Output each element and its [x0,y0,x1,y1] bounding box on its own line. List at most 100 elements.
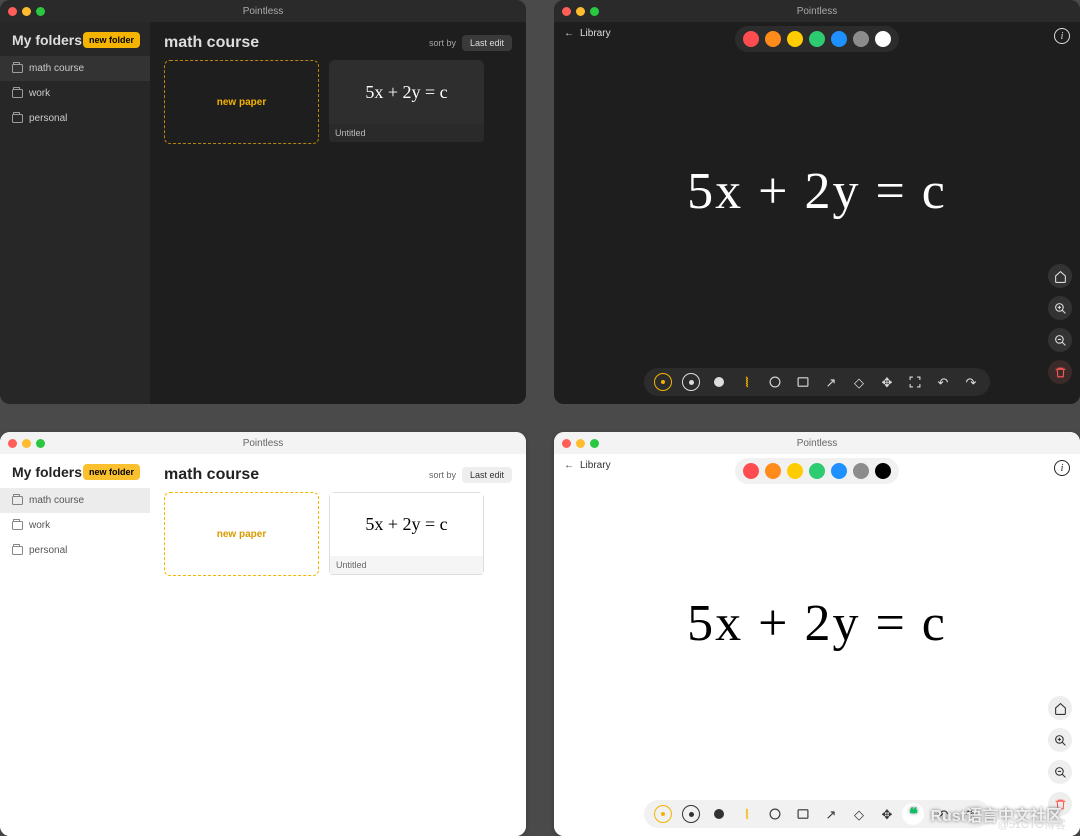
paper-card[interactable]: 5x + 2y = c Untitled [329,492,484,576]
sidebar-item-work[interactable]: work [0,81,150,106]
folder-label: work [29,88,50,99]
scribble-icon[interactable]: ⦚ [738,805,756,823]
color-swatch-yellow[interactable] [787,463,803,479]
fit-screen-button[interactable] [906,805,924,823]
undo-button[interactable]: ↶ [934,805,952,823]
canvas[interactable]: ← Library i 5x + 2y = c ⦚ ↗ [554,454,1080,836]
trash-button[interactable] [1048,360,1072,384]
zoom-out-button[interactable] [1048,328,1072,352]
circle-tool-button[interactable] [766,373,784,391]
circle-tool-button[interactable] [766,805,784,823]
color-swatch-yellow[interactable] [787,31,803,47]
window-title: Pointless [0,6,526,17]
home-button[interactable] [1048,696,1072,720]
drawing-content: 5x + 2y = c [554,162,1080,221]
color-swatch-green[interactable] [809,31,825,47]
brush-medium-button[interactable] [682,805,700,823]
sort-control[interactable]: sort by Last edit [429,35,512,51]
color-swatch-blue[interactable] [831,31,847,47]
color-swatch-green[interactable] [809,463,825,479]
arrow-tool-button[interactable]: ↗ [822,805,840,823]
sort-value[interactable]: Last edit [462,467,512,483]
minimize-icon[interactable] [576,439,585,448]
color-swatch-orange[interactable] [765,463,781,479]
page-title: math course [164,466,259,484]
new-paper-button[interactable]: new paper [164,492,319,576]
page-title: math course [164,34,259,52]
color-swatch-gray[interactable] [853,463,869,479]
sidebar-title: My folders [12,464,82,480]
close-icon[interactable] [8,7,17,16]
eraser-button[interactable]: ◇ [850,805,868,823]
minimize-icon[interactable] [576,7,585,16]
new-folder-button[interactable]: new folder [83,464,140,480]
info-button[interactable]: i [1054,460,1070,476]
paper-thumbnail: 5x + 2y = c [329,492,484,556]
traffic-lights [8,7,45,16]
brush-medium-button[interactable] [682,373,700,391]
attribution: @51CTO博客 [998,816,1066,832]
sidebar-item-work[interactable]: work [0,513,150,538]
eraser-button[interactable]: ◇ [850,373,868,391]
color-swatch-blue[interactable] [831,463,847,479]
paper-caption: Untitled [329,556,484,575]
sort-control[interactable]: sort by Last edit [429,467,512,483]
color-swatch-black[interactable] [875,463,891,479]
undo-button[interactable]: ↶ [934,373,952,391]
new-folder-button[interactable]: new folder [83,32,140,48]
color-swatch-orange[interactable] [765,31,781,47]
brush-small-button[interactable] [654,373,672,391]
close-icon[interactable] [8,439,17,448]
arrow-left-icon: ← [564,28,574,39]
trash-button[interactable] [1048,792,1072,816]
scribble-icon[interactable]: ⦚ [738,373,756,391]
fit-screen-button[interactable] [906,373,924,391]
rect-tool-button[interactable] [794,373,812,391]
sidebar-item-personal[interactable]: personal [0,538,150,563]
paper-thumbnail: 5x + 2y = c [329,60,484,124]
close-icon[interactable] [562,7,571,16]
folder-label: personal [29,113,67,124]
content-area: math course sort by Last edit new paper … [150,22,526,404]
sidebar-item-math[interactable]: math course [0,488,150,513]
zoom-in-button[interactable] [1048,296,1072,320]
folder-icon [12,89,23,98]
move-tool-button[interactable]: ✥ [878,805,896,823]
canvas[interactable]: ← Library i 5x + 2y = c ⦚ ↗ [554,22,1080,404]
move-tool-button[interactable]: ✥ [878,373,896,391]
paper-card[interactable]: 5x + 2y = c Untitled [329,60,484,144]
redo-button[interactable]: ↷ [962,373,980,391]
side-tools [1048,696,1072,816]
zoom-out-button[interactable] [1048,760,1072,784]
close-icon[interactable] [562,439,571,448]
color-swatch-white[interactable] [875,31,891,47]
folder-icon [12,546,23,555]
color-swatch-red[interactable] [743,31,759,47]
library-window-light: Pointless My folders new folder math cou… [0,432,526,836]
rect-tool-button[interactable] [794,805,812,823]
sort-value[interactable]: Last edit [462,35,512,51]
arrow-tool-button[interactable]: ↗ [822,373,840,391]
fullscreen-icon[interactable] [590,7,599,16]
brush-large-button[interactable] [710,373,728,391]
new-paper-button[interactable]: new paper [164,60,319,144]
sidebar-item-math[interactable]: math course [0,56,150,81]
window-title: Pointless [0,438,526,449]
back-to-library-button[interactable]: ← Library [564,460,611,471]
info-button[interactable]: i [1054,28,1070,44]
sidebar-title: My folders [12,32,82,48]
fullscreen-icon[interactable] [590,439,599,448]
color-swatch-gray[interactable] [853,31,869,47]
minimize-icon[interactable] [22,439,31,448]
redo-button[interactable]: ↷ [962,805,980,823]
minimize-icon[interactable] [22,7,31,16]
fullscreen-icon[interactable] [36,7,45,16]
back-to-library-button[interactable]: ← Library [564,28,611,39]
brush-small-button[interactable] [654,805,672,823]
zoom-in-button[interactable] [1048,728,1072,752]
home-button[interactable] [1048,264,1072,288]
brush-large-button[interactable] [710,805,728,823]
fullscreen-icon[interactable] [36,439,45,448]
sidebar-item-personal[interactable]: personal [0,106,150,131]
color-swatch-red[interactable] [743,463,759,479]
